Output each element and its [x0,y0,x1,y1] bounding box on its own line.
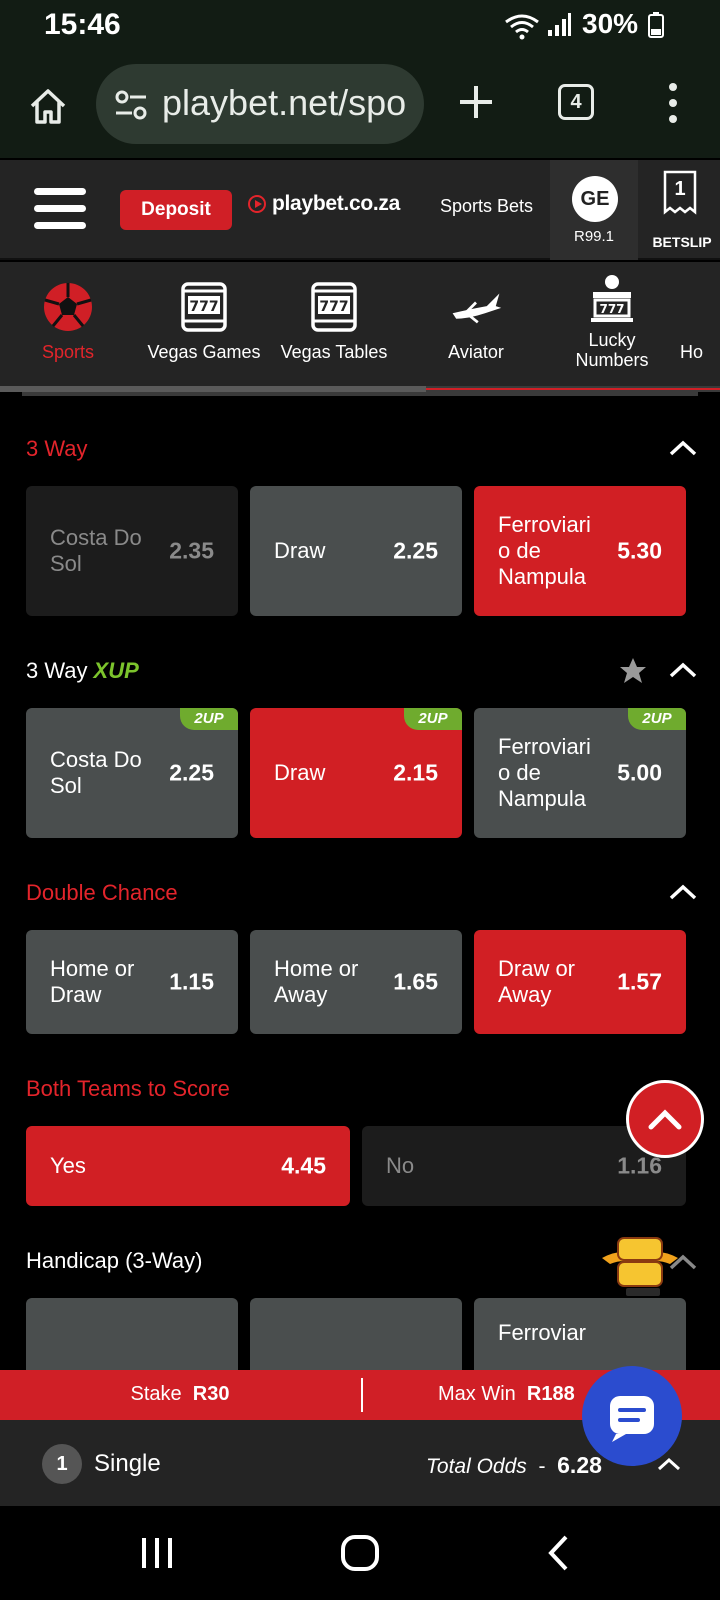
betslip-label: BETSLIP [652,234,712,250]
sports-bets-link[interactable]: Sports Bets [440,196,533,217]
status-bar: 15:46 30% [0,0,720,54]
slot-machine-icon: 777 [181,282,227,332]
betslip-button[interactable]: 1 BETSLIP [644,160,720,260]
site-header: Deposit playbet.co.za Sports Bets GE R99… [0,160,720,260]
avatar: GE [572,176,618,222]
bet-type: Single [94,1450,161,1477]
odds-button[interactable]: Home or Draw 1.15 [26,930,238,1034]
site-settings-icon[interactable] [114,88,148,122]
svg-text:777: 777 [189,299,218,315]
signal-icon [548,13,571,36]
category-partial[interactable]: Ho [680,280,720,362]
xup-badge: XUP [93,658,139,683]
category-sports[interactable]: Sports [0,280,136,362]
recent-apps-icon[interactable] [140,1536,176,1570]
back-icon[interactable] [546,1534,570,1572]
svg-text:777: 777 [319,299,348,315]
account-button[interactable]: GE R99.1 [550,160,638,260]
divider [22,392,698,396]
chat-icon [610,1396,654,1442]
stake: Stake R30 [130,1383,230,1405]
odds-button[interactable]: Costa Do Sol 2.35 [26,486,238,616]
more-menu-icon[interactable] [668,82,678,124]
category-nav: Sports 777 Vegas Games 777 Vegas Tables … [0,262,720,392]
2up-tag: 2UP [628,708,686,730]
markets-list: 3 Way Costa Do Sol 2.35 Draw 2.25 Ferrov… [0,392,720,1370]
chevron-up-icon[interactable] [668,660,698,680]
market-title-3way-xup: 3 Way XUP [26,658,139,683]
odds-button[interactable] [26,1298,238,1370]
odds-button-selected[interactable]: Yes 4.45 [26,1126,350,1206]
odds-button[interactable]: 2UP Costa Do Sol 2.25 [26,708,238,838]
market-title-3way: 3 Way [26,436,88,461]
play-icon [248,195,266,213]
total-odds: Total Odds - 6.28 [426,1452,602,1478]
2up-tag: 2UP [404,708,462,730]
2up-tag: 2UP [180,708,238,730]
odds-button[interactable]: Draw 2.25 [250,486,462,616]
url-text: playbet.net/spo [162,82,407,123]
status-time: 15:46 [44,8,121,41]
market-title-double-chance: Double Chance [26,880,178,905]
selection-count-badge: 1 [42,1444,82,1484]
svg-text:777: 777 [599,302,624,316]
odds-button[interactable]: 2UP Ferroviari o de Nampula 5.00 [474,708,686,838]
chat-button[interactable] [582,1366,682,1466]
tab-switcher-button[interactable]: 4 [558,84,594,120]
odds-button-selected[interactable]: Ferroviari o de Nampula 5.30 [474,486,686,616]
category-vegas-tables[interactable]: 777 Vegas Tables [266,280,402,362]
odds-button-selected[interactable]: Draw or Away 1.57 [474,930,686,1034]
lottery-icon: 777 [591,275,633,322]
betslip-count: 1 [674,178,686,200]
slot-machine-icon: 777 [311,282,357,332]
category-underline [426,388,720,390]
chevron-up-icon[interactable] [668,882,698,902]
battery-percent: 30% [582,8,639,39]
wifi-icon [505,14,539,40]
category-aviator[interactable]: Aviator [408,280,544,362]
market-title-btts: Both Teams to Score [26,1076,230,1101]
odds-button[interactable] [250,1298,462,1370]
chevron-up-icon [648,1109,682,1130]
odds-button-selected[interactable]: 2UP Draw 2.15 [250,708,462,838]
scroll-to-top-button[interactable] [626,1080,704,1158]
category-vegas-games[interactable]: 777 Vegas Games [136,280,272,362]
star-icon[interactable] [618,656,648,686]
system-nav-bar [0,1506,720,1600]
category-lucky-numbers[interactable]: 777 Lucky Numbers [544,272,680,370]
market-title-handicap: Handicap (3-Way) [26,1248,203,1273]
odds-button[interactable]: Ferroviar [474,1298,686,1370]
odds-button[interactable]: Home or Away 1.65 [250,930,462,1034]
browser-toolbar: playbet.net/spo 4 [0,54,720,158]
sky-pilot-game-icon[interactable] [600,1234,680,1300]
new-tab-icon[interactable] [456,82,496,122]
balance: R99.1 [573,228,615,245]
playbet-logo[interactable]: playbet.co.za [248,192,400,216]
soccer-ball-icon [44,283,92,331]
chevron-up-icon[interactable] [668,438,698,458]
home-button-icon[interactable] [340,1534,380,1572]
deposit-button[interactable]: Deposit [120,190,232,230]
hamburger-menu-icon[interactable] [34,188,86,230]
battery-icon [648,12,664,38]
plane-icon [452,293,502,324]
address-bar[interactable]: playbet.net/spo [96,64,424,144]
home-icon[interactable] [28,86,68,126]
